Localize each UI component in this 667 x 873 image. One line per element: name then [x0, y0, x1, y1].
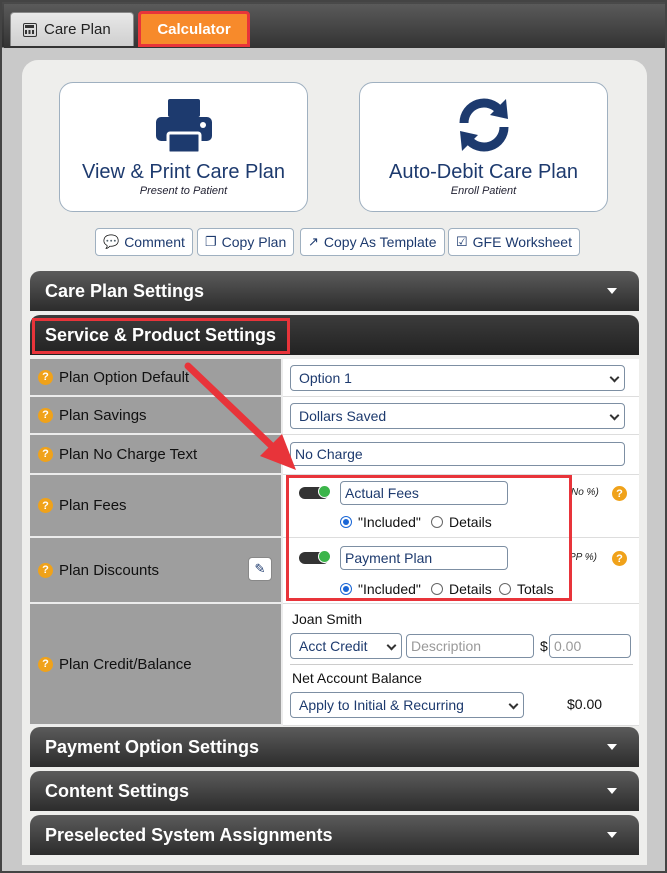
net-amount: $0.00 [567, 696, 603, 712]
calculator-icon [23, 22, 37, 37]
plan-no-charge-input[interactable]: No Charge [290, 442, 625, 466]
plan-option-default-value-cell: Option 1 [283, 359, 639, 397]
help-icon[interactable]: ? [38, 407, 53, 423]
chevron-down-icon [607, 288, 617, 294]
amount-input[interactable]: 0.00 [549, 634, 631, 658]
comment-icon: 💬 [103, 234, 120, 249]
plan-savings-select[interactable]: Dollars Saved [290, 403, 625, 429]
tab-care-plan[interactable]: Care Plan [10, 12, 134, 46]
annotation-arrow [184, 362, 296, 470]
plan-no-charge-value-cell: No Charge [283, 435, 639, 475]
plan-option-default-label: Plan Option Default [59, 368, 190, 386]
highlight-box [286, 475, 572, 601]
plan-fees-label: Plan Fees [59, 497, 127, 514]
auto-debit-care-plan-button[interactable]: Auto-Debit Care Plan Enroll Patient [359, 82, 608, 212]
tab-care-plan-label: Care Plan [44, 21, 111, 38]
service-product-settings-header[interactable]: Service & Product Settings [30, 315, 639, 355]
comment-button[interactable]: 💬 Comment [95, 228, 193, 256]
payment-option-settings-title: Payment Option Settings [45, 736, 260, 757]
plan-option-default-select[interactable]: Option 1 [290, 365, 625, 391]
plan-credit-label: Plan Credit/Balance [59, 655, 192, 673]
view-print-subtitle: Present to Patient [139, 185, 228, 197]
plan-savings-value: Dollars Saved [299, 408, 387, 424]
help-icon[interactable]: ? [38, 498, 53, 513]
tab-calculator[interactable]: Calculator [138, 11, 250, 47]
payment-option-settings-header[interactable]: Payment Option Settings [30, 727, 639, 767]
description-placeholder: Description [411, 638, 482, 654]
plan-credit-label-cell: ? Plan Credit/Balance [30, 604, 283, 726]
plan-discounts-label: Plan Discounts [59, 561, 160, 579]
description-input[interactable]: Description [406, 634, 534, 658]
amount-placeholder: 0.00 [554, 638, 582, 654]
gfe-worksheet-label: GFE Worksheet [472, 234, 572, 250]
plan-fees-label-cell: ? Plan Fees [30, 475, 283, 538]
care-plan-settings-header[interactable]: Care Plan Settings [30, 271, 639, 311]
credit-type-select[interactable]: Acct Credit [290, 633, 402, 659]
plan-fees-note: No %) [571, 487, 599, 498]
copy-as-template-label: Copy As Template [323, 234, 437, 250]
help-icon[interactable]: ? [612, 551, 627, 566]
apply-to-select[interactable]: Apply to Initial & Recurring [290, 692, 524, 718]
auto-debit-subtitle: Enroll Patient [450, 185, 517, 197]
checkbox-icon: ☑ [456, 234, 468, 249]
chevron-down-icon [508, 699, 519, 710]
tab-calculator-label: Calculator [157, 20, 231, 38]
comment-label: Comment [124, 234, 185, 250]
help-icon[interactable]: ? [38, 446, 53, 462]
plan-discounts-note: PP %) [569, 552, 597, 563]
help-icon[interactable]: ? [612, 486, 627, 501]
currency-symbol: $ [540, 638, 548, 654]
plan-credit-value-cell: Joan Smith Acct Credit Description $ 0.0… [283, 604, 639, 726]
chevron-down-icon [609, 372, 620, 383]
view-print-care-plan-button[interactable]: View & Print Care Plan Present to Patien… [59, 82, 308, 212]
chevron-down-icon [607, 788, 617, 794]
credit-type-value: Acct Credit [299, 638, 368, 654]
chevron-down-icon [386, 640, 397, 651]
gfe-worksheet-button[interactable]: ☑ GFE Worksheet [448, 228, 580, 256]
copy-icon: ❐ [205, 234, 217, 249]
copy-plan-label: Copy Plan [221, 234, 287, 250]
highlight-box [32, 318, 290, 354]
help-icon[interactable]: ? [38, 562, 53, 578]
divider [290, 664, 633, 665]
chevron-down-icon [607, 832, 617, 838]
patient-name: Joan Smith [292, 611, 363, 627]
content-settings-header[interactable]: Content Settings [30, 771, 639, 811]
external-link-icon: ↗ [308, 234, 319, 249]
plan-discounts-label-cell: ? Plan Discounts [30, 538, 283, 604]
plan-no-charge-label: Plan No Charge Text [59, 445, 198, 463]
care-plan-settings-title: Care Plan Settings [45, 280, 205, 301]
printer-icon [155, 99, 212, 155]
content-settings-title: Content Settings [45, 780, 189, 801]
plan-savings-value-cell: Dollars Saved [283, 397, 639, 435]
auto-debit-title: Auto-Debit Care Plan [389, 161, 578, 183]
apply-to-value: Apply to Initial & Recurring [299, 697, 464, 713]
edit-icon: ✎ [254, 561, 266, 576]
edit-discounts-button[interactable]: ✎ [248, 557, 272, 581]
plan-savings-label: Plan Savings [59, 406, 147, 424]
help-icon[interactable]: ? [38, 369, 53, 385]
view-print-title: View & Print Care Plan [81, 161, 286, 183]
help-icon[interactable]: ? [38, 656, 53, 672]
preselected-system-assignments-title: Preselected System Assignments [45, 824, 333, 845]
chevron-down-icon [607, 744, 617, 750]
preselected-system-assignments-header[interactable]: Preselected System Assignments [30, 815, 639, 855]
copy-as-template-button[interactable]: ↗ Copy As Template [300, 228, 445, 256]
net-account-balance-label: Net Account Balance [292, 670, 422, 686]
chevron-down-icon [609, 410, 620, 421]
copy-plan-button[interactable]: ❐ Copy Plan [197, 228, 295, 256]
refresh-icon [459, 98, 508, 152]
